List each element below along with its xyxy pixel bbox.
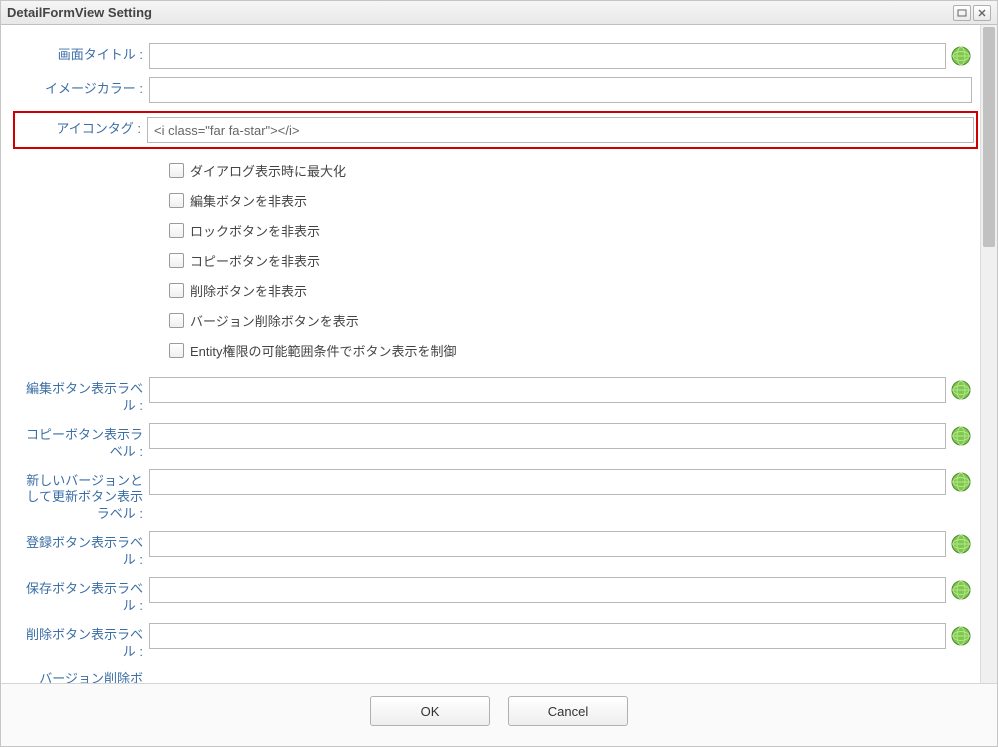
row-truncated: バージョン削除ボ bbox=[19, 669, 972, 683]
window-titlebar: DetailFormView Setting bbox=[1, 1, 997, 25]
row-image-color: イメージカラー : bbox=[19, 77, 972, 103]
row-delete-btn-label: 削除ボタン表示ラベル : bbox=[19, 623, 972, 661]
globe-icon[interactable] bbox=[950, 379, 972, 401]
cancel-button[interactable]: Cancel bbox=[508, 696, 628, 726]
row-chk-hide-delete: 削除ボタンを非表示 bbox=[169, 277, 972, 303]
row-register-btn-label: 登録ボタン表示ラベル : bbox=[19, 531, 972, 569]
window-title: DetailFormView Setting bbox=[7, 5, 953, 20]
label-truncated: バージョン削除ボ bbox=[19, 669, 149, 683]
row-chk-hide-copy: コピーボタンを非表示 bbox=[169, 247, 972, 273]
checkbox-label: コピーボタンを非表示 bbox=[190, 251, 320, 270]
ok-button[interactable]: OK bbox=[370, 696, 490, 726]
checkbox-label: Entity権限の可能範囲条件でボタン表示を制御 bbox=[190, 341, 457, 360]
label-icon-tag: アイコンタグ : bbox=[17, 117, 147, 138]
globe-icon[interactable] bbox=[950, 579, 972, 601]
label-save-btn-label: 保存ボタン表示ラベル : bbox=[19, 577, 149, 615]
globe-icon[interactable] bbox=[950, 425, 972, 447]
input-save-btn-label[interactable] bbox=[149, 577, 946, 603]
row-new-version-label: 新しいバージョンとして更新ボタン表示ラベル : bbox=[19, 469, 972, 524]
checkbox-label: 削除ボタンを非表示 bbox=[190, 281, 307, 300]
label-new-version-label: 新しいバージョンとして更新ボタン表示ラベル : bbox=[19, 469, 149, 524]
checkbox-label: ロックボタンを非表示 bbox=[190, 221, 320, 240]
input-edit-btn-label[interactable] bbox=[149, 377, 946, 403]
checkbox-hide-copy[interactable] bbox=[169, 253, 184, 268]
checkbox-hide-delete[interactable] bbox=[169, 283, 184, 298]
row-chk-hide-lock: ロックボタンを非表示 bbox=[169, 217, 972, 243]
maximize-button[interactable] bbox=[953, 5, 971, 21]
checkbox-label: バージョン削除ボタンを表示 bbox=[190, 311, 359, 330]
input-screen-title[interactable] bbox=[149, 43, 946, 69]
form-content: 画面タイトル : イメージカラー : アイコンタグ : ダイアログ表示時に最大化 bbox=[1, 25, 980, 683]
row-chk-show-version-delete: バージョン削除ボタンを表示 bbox=[169, 307, 972, 333]
label-image-color: イメージカラー : bbox=[19, 77, 149, 98]
close-button[interactable] bbox=[973, 5, 991, 21]
label-edit-btn-label: 編集ボタン表示ラベル : bbox=[19, 377, 149, 415]
globe-icon[interactable] bbox=[950, 625, 972, 647]
row-save-btn-label: 保存ボタン表示ラベル : bbox=[19, 577, 972, 615]
globe-icon[interactable] bbox=[950, 471, 972, 493]
vertical-scrollbar[interactable] bbox=[980, 25, 997, 683]
checkbox-hide-lock[interactable] bbox=[169, 223, 184, 238]
scrollbar-thumb[interactable] bbox=[983, 27, 995, 247]
checkbox-label: ダイアログ表示時に最大化 bbox=[190, 161, 346, 180]
globe-icon[interactable] bbox=[950, 45, 972, 67]
label-delete-btn-label: 削除ボタン表示ラベル : bbox=[19, 623, 149, 661]
checkbox-show-version-delete[interactable] bbox=[169, 313, 184, 328]
row-screen-title: 画面タイトル : bbox=[19, 43, 972, 69]
input-register-btn-label[interactable] bbox=[149, 531, 946, 557]
input-icon-tag[interactable] bbox=[147, 117, 974, 143]
input-image-color[interactable] bbox=[149, 77, 972, 103]
row-chk-maximize-dialog: ダイアログ表示時に最大化 bbox=[169, 157, 972, 183]
input-new-version-label[interactable] bbox=[149, 469, 946, 495]
input-copy-btn-label[interactable] bbox=[149, 423, 946, 449]
input-delete-btn-label[interactable] bbox=[149, 623, 946, 649]
checkbox-maximize-dialog[interactable] bbox=[169, 163, 184, 178]
window-controls bbox=[953, 5, 991, 21]
label-screen-title: 画面タイトル : bbox=[19, 43, 149, 64]
label-register-btn-label: 登録ボタン表示ラベル : bbox=[19, 531, 149, 569]
globe-icon[interactable] bbox=[950, 533, 972, 555]
checkbox-hide-edit[interactable] bbox=[169, 193, 184, 208]
row-edit-btn-label: 編集ボタン表示ラベル : bbox=[19, 377, 972, 415]
row-chk-entity-auth: Entity権限の可能範囲条件でボタン表示を制御 bbox=[169, 337, 972, 363]
dialog-footer: OK Cancel bbox=[1, 683, 997, 746]
checkbox-label: 編集ボタンを非表示 bbox=[190, 191, 307, 210]
checkbox-entity-auth[interactable] bbox=[169, 343, 184, 358]
row-copy-btn-label: コピーボタン表示ラベル : bbox=[19, 423, 972, 461]
label-copy-btn-label: コピーボタン表示ラベル : bbox=[19, 423, 149, 461]
row-icon-tag-highlighted: アイコンタグ : bbox=[13, 111, 978, 149]
row-chk-hide-edit: 編集ボタンを非表示 bbox=[169, 187, 972, 213]
